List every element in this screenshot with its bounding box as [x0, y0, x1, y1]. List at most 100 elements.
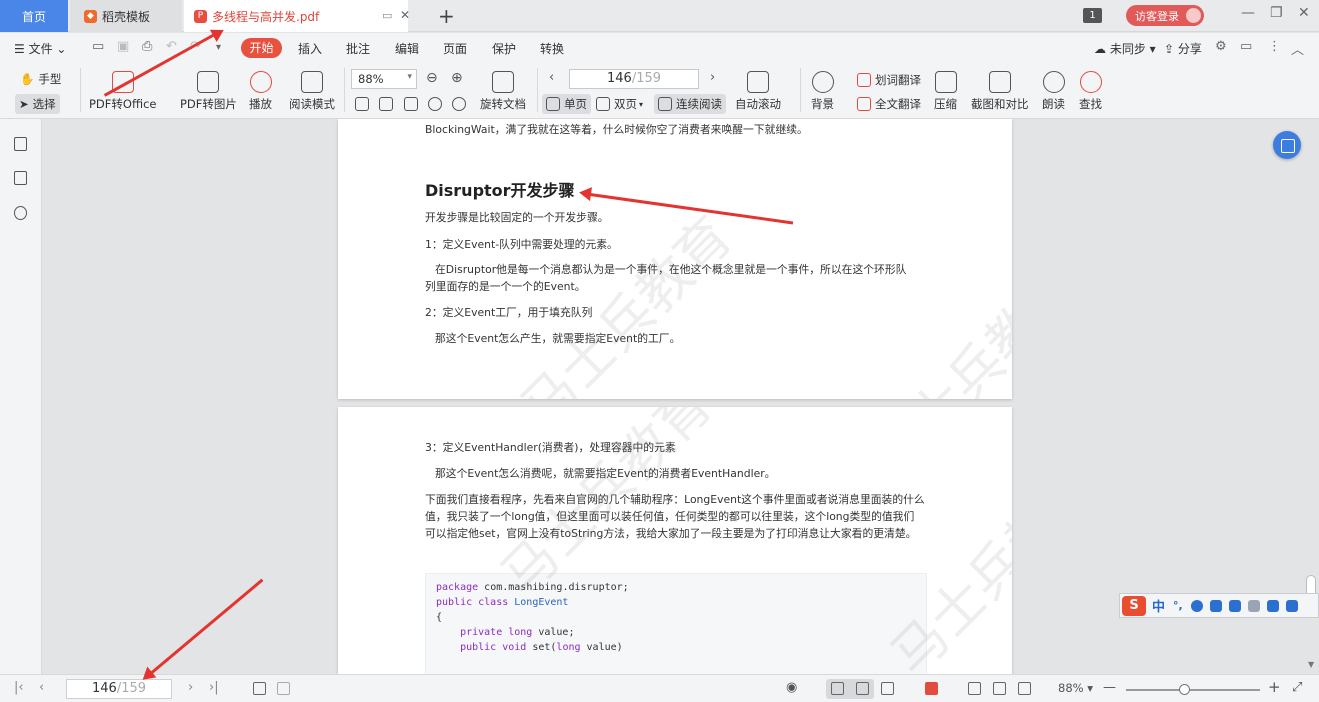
text-line: 那这个Event怎么消费呢，就需要指定Event的消费者EventHandler… — [435, 467, 776, 480]
status-zoom[interactable]: 88% ▾ — [1058, 681, 1093, 695]
new-tab-button[interactable]: + — [438, 4, 455, 28]
share-button[interactable]: ⇪ 分享 — [1164, 40, 1202, 57]
read-aloud-button[interactable]: 朗读 — [1042, 71, 1065, 112]
word-translate-button[interactable]: 划词翻译 — [857, 72, 921, 88]
pdf-to-image-button[interactable]: PDF转图片 — [180, 71, 237, 112]
user-icon[interactable] — [1247, 599, 1260, 612]
back-icon[interactable] — [253, 682, 266, 695]
sync-status[interactable]: ☁ 未同步 ▾ — [1094, 40, 1156, 57]
hand-tool[interactable]: ✋ 手型 — [20, 71, 61, 87]
fit-page-icon[interactable] — [379, 97, 393, 111]
floating-tool-button[interactable] — [1273, 131, 1301, 159]
thumbnail-icon[interactable] — [14, 171, 27, 185]
file-menu[interactable]: ☰ 文件 ⌄ — [14, 40, 66, 57]
restore-icon[interactable]: ❐ — [1270, 5, 1283, 21]
settings-icon[interactable]: ⚙ — [1215, 39, 1227, 54]
scroll-down-icon[interactable]: ▼ — [1308, 660, 1314, 669]
menu-tab-comment[interactable]: 批注 — [346, 40, 370, 57]
emoji-icon[interactable] — [1190, 599, 1203, 612]
fit-width-icon[interactable] — [1018, 682, 1031, 695]
zoom-out-icon[interactable]: ⊖ — [426, 70, 438, 86]
feedback-icon[interactable]: ▭ — [1240, 39, 1252, 54]
zoom-in-icon[interactable]: + — [1268, 678, 1281, 696]
zoom-slider[interactable] — [1126, 684, 1260, 695]
eye-protection-icon[interactable]: ◉ — [786, 680, 797, 695]
menu-tab-page[interactable]: 页面 — [443, 40, 467, 57]
zoom-in-icon[interactable]: ⊕ — [451, 70, 463, 86]
zoom-select[interactable]: 88% — [351, 69, 417, 89]
minimize-icon[interactable]: — — [1241, 5, 1255, 21]
rotate-document-button[interactable]: 旋转文档 — [480, 71, 526, 112]
menu-tab-edit[interactable]: 编辑 — [395, 40, 419, 57]
prev-page-icon[interactable]: ‹ — [39, 680, 44, 695]
pin-icon[interactable]: ▭ — [382, 9, 392, 22]
rotate-right-icon[interactable] — [452, 97, 466, 111]
continuous-read-button[interactable]: 连续阅读 — [654, 94, 726, 114]
prev-page-icon[interactable]: ‹ — [549, 70, 554, 85]
find-button[interactable]: 查找 — [1079, 71, 1102, 112]
actual-size-icon[interactable] — [968, 682, 981, 695]
collapse-ribbon-icon[interactable]: ︿ — [1291, 39, 1304, 58]
close-window-icon[interactable]: ✕ — [1298, 5, 1310, 21]
double-view-icon[interactable] — [881, 682, 894, 695]
first-page-icon[interactable]: |‹ — [14, 680, 24, 695]
play-icon — [249, 71, 272, 93]
menu-tab-convert[interactable]: 转换 — [540, 40, 564, 57]
play-icon[interactable] — [925, 682, 938, 695]
microphone-icon[interactable] — [1209, 599, 1222, 612]
fit-width-icon[interactable] — [404, 97, 418, 111]
print-icon[interactable]: ⎙ — [142, 39, 152, 54]
double-page-button[interactable]: 双页 ▾ — [596, 96, 643, 112]
ime-punct[interactable]: °, — [1173, 599, 1183, 612]
actual-size-icon[interactable] — [355, 97, 369, 111]
annotation-icon[interactable] — [14, 206, 27, 220]
page-number-input[interactable]: 146/159 — [569, 69, 699, 89]
tab-templates[interactable]: ◆ 稻壳模板 — [70, 0, 182, 32]
compress-button[interactable]: 压缩 — [934, 71, 957, 112]
current-page: 146 — [606, 71, 632, 86]
ime-toolbar[interactable]: S 中 °, — [1119, 593, 1319, 618]
skin-icon[interactable] — [1266, 599, 1279, 612]
full-translate-button[interactable]: 全文翻译 — [857, 96, 921, 112]
more-icon[interactable]: ⋮ — [1268, 39, 1281, 54]
fullscreen-icon[interactable]: ⤢ — [1292, 680, 1302, 695]
rotate-left-icon[interactable] — [428, 97, 442, 111]
tab-home[interactable]: 首页 — [0, 0, 68, 32]
select-tool[interactable]: ➤ 选择 — [15, 94, 60, 114]
next-page-icon[interactable]: › — [710, 70, 715, 85]
last-page-icon[interactable]: ›| — [209, 680, 219, 695]
zoom-slider-knob[interactable] — [1178, 684, 1190, 695]
status-page-input[interactable]: 146/159 — [66, 679, 172, 699]
document-viewport[interactable]: BlockingWait，满了我就在这等着，什么时候你空了消费者来唤醒一下就继续… — [42, 119, 1319, 674]
menu-tab-protect[interactable]: 保护 — [492, 40, 516, 57]
login-button[interactable]: 访客登录 — [1126, 5, 1204, 26]
continuous-view-icon[interactable] — [831, 682, 844, 695]
zoom-out-icon[interactable]: — — [1103, 680, 1116, 695]
menu-tab-start[interactable]: 开始 — [241, 38, 282, 58]
window-count-badge[interactable]: 1 — [1083, 8, 1102, 23]
single-view-icon[interactable] — [856, 682, 869, 695]
code-text: com.mashibing.disruptor; — [478, 582, 629, 593]
single-page-button[interactable]: 单页 — [542, 94, 591, 114]
sogou-logo-icon[interactable]: S — [1122, 595, 1146, 616]
continuous-read-icon — [658, 97, 672, 111]
pdf-to-office-button[interactable]: PDF转Office — [89, 71, 156, 112]
menu-tab-insert[interactable]: 插入 — [298, 40, 322, 57]
fit-page-icon[interactable] — [993, 682, 1006, 695]
background-button[interactable]: 背景 — [811, 71, 834, 112]
tab-document[interactable]: P 多线程与高并发.pdf ▭ ✕ — [184, 0, 410, 32]
close-tab-icon[interactable]: ✕ — [400, 8, 410, 22]
ime-mode[interactable]: 中 — [1152, 596, 1165, 615]
bookmark-icon[interactable] — [14, 137, 27, 151]
crop-compare-button[interactable]: 截图和对比 — [971, 71, 1029, 112]
open-icon[interactable]: ▭ — [92, 39, 104, 54]
menu-bar: ☰ 文件 ⌄ ▭ ▣ ⎙ ↶ ↷ ▾ 开始 插入 批注 编辑 页面 保护 转换 … — [0, 33, 1319, 63]
play-button[interactable]: 播放 — [249, 71, 272, 112]
next-page-icon[interactable]: › — [188, 680, 193, 695]
rotate-document-icon — [492, 71, 514, 93]
read-mode-button[interactable]: 阅读模式 — [289, 71, 335, 112]
keyboard-icon[interactable] — [1228, 599, 1241, 612]
toolbox-icon[interactable] — [1285, 599, 1298, 612]
auto-scroll-button[interactable]: 自动滚动 — [735, 71, 781, 112]
more-quick-icon[interactable]: ▾ — [216, 42, 221, 53]
